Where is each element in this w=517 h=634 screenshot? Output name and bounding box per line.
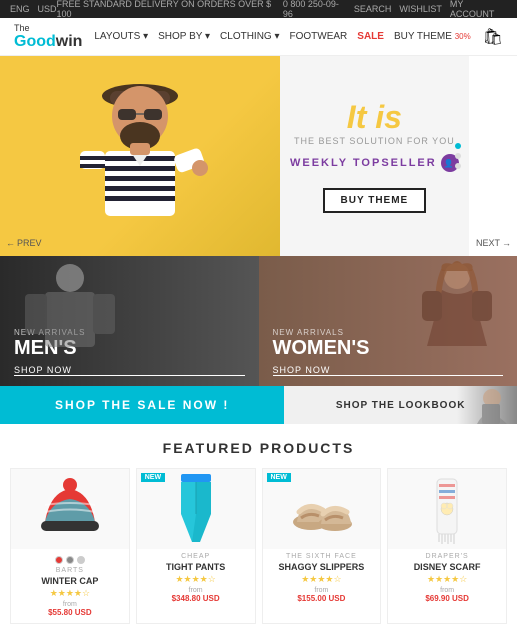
hero-dot-2[interactable] [455, 153, 461, 159]
product-price-label-2: from [141, 587, 251, 594]
header: The Goodwin LAYOUTS ▾ SHOP BY ▾ CLOTHING… [0, 18, 517, 56]
shop-sale-button[interactable]: SHOP THE SALE NOW ! [0, 386, 284, 424]
lookbook-overlay [457, 386, 517, 424]
currency-selector[interactable]: USD [38, 4, 57, 14]
shop-sale-label: SHOP THE SALE NOW ! [55, 398, 229, 412]
product-info-1: BARTS WINTER CAP ★★★★☆ from $55.80 USD [11, 549, 129, 623]
product-price-label-1: from [15, 601, 125, 608]
weekly-topseller: WEEKLY TOPSELLER 👤 [290, 154, 459, 172]
hat-svg [35, 477, 105, 542]
wishlist-link[interactable]: WISHLIST [399, 4, 442, 14]
product-price-3: $155.00 USD [267, 594, 377, 603]
hero-dot-3[interactable] [455, 163, 461, 169]
product-badge-2: NEW [141, 473, 165, 482]
mens-category[interactable]: NEW ARRIVALS MEN'S SHOP NOW [0, 256, 259, 386]
product-price-label-3: from [267, 587, 377, 594]
product-price-1: $55.80 USD [15, 608, 125, 617]
logo-good: Good [14, 33, 56, 50]
top-bar-right: 0 800 250-09-96 SEARCH WISHLIST MY ACCOU… [283, 0, 507, 19]
nav-sale[interactable]: SALE [357, 31, 384, 42]
product-img-2: NEW [137, 469, 255, 549]
product-name-2: TIGHT PANTS [141, 562, 251, 572]
product-vendor-1: BARTS [15, 567, 125, 574]
search-link[interactable]: SEARCH [354, 4, 392, 14]
free-delivery-notice: FREE STANDARD DELIVERY ON ORDERS OVER $ … [57, 0, 283, 19]
account-link[interactable]: MY ACCOUNT [450, 0, 507, 19]
top-bar: ENG USD FREE STANDARD DELIVERY ON ORDERS… [0, 0, 517, 18]
nav-clothing[interactable]: CLOTHING ▾ [220, 31, 279, 42]
scarf-svg [417, 474, 477, 544]
product-img-3: NEW [263, 469, 381, 549]
slippers-svg [289, 484, 354, 534]
womens-silhouette [397, 256, 517, 384]
hero-headline: It is [347, 99, 402, 136]
product-price-4: $69.90 USD [392, 594, 502, 603]
product-stars-4: ★★★★☆ [392, 574, 502, 585]
womens-category[interactable]: NEW ARRIVALS WOMEN'S SHOP NOW [259, 256, 517, 386]
hero-dots [455, 143, 461, 169]
hero-prev-button[interactable]: ← PREV [6, 238, 42, 248]
logo[interactable]: The Goodwin [14, 23, 82, 51]
pants-svg [176, 474, 216, 544]
man-figure-svg [50, 61, 230, 251]
hero-image [0, 56, 280, 256]
featured-section: FEATURED PRODUCTS [0, 424, 517, 634]
lookbook-label: SHOP THE LOOKBOOK [336, 400, 466, 411]
main-nav: LAYOUTS ▾ SHOP BY ▾ CLOTHING ▾ FOOTWEAR … [94, 31, 470, 42]
product-card-3[interactable]: NEW THE SIXTH FACE S [262, 468, 382, 624]
product-price-label-4: from [392, 587, 502, 594]
product-card-4[interactable]: DRAPER'S DISNEY SCARF ★★★★☆ from $69.90 … [387, 468, 507, 624]
hero: It is THE BEST SOLUTION FOR YOU WEEKLY T… [0, 56, 469, 256]
product-vendor-4: DRAPER'S [392, 553, 502, 560]
product-stars-3: ★★★★☆ [267, 574, 377, 585]
nav-shop-by[interactable]: SHOP BY ▾ [158, 31, 210, 42]
product-img-1 [11, 469, 129, 549]
hero-subtitle: THE BEST SOLUTION FOR YOU [294, 136, 455, 146]
product-info-4: DRAPER'S DISNEY SCARF ★★★★☆ from $69.90 … [388, 549, 506, 609]
product-info-3: THE SIXTH FACE SHAGGY SLIPPERS ★★★★☆ fro… [263, 549, 381, 609]
product-stars-1: ★★★★☆ [15, 588, 125, 599]
product-name-1: WINTER CAP [15, 576, 125, 586]
product-card-1[interactable]: BARTS WINTER CAP ★★★★☆ from $55.80 USD [10, 468, 130, 624]
products-grid: BARTS WINTER CAP ★★★★☆ from $55.80 USD N… [10, 468, 507, 624]
product-price-2: $348.80 USD [141, 594, 251, 603]
hero-dot-1[interactable] [455, 143, 461, 149]
nav-layouts[interactable]: LAYOUTS ▾ [94, 31, 148, 42]
hero-image-inner [0, 56, 280, 256]
swatch-red[interactable] [55, 556, 63, 564]
categories-section: NEW ARRIVALS MEN'S SHOP NOW NEW ARRIVALS… [0, 256, 517, 386]
color-swatches-1 [15, 556, 125, 564]
swatch-grey[interactable] [66, 556, 74, 564]
featured-title: FEATURED PRODUCTS [10, 440, 507, 456]
product-img-4 [388, 469, 506, 549]
sale-banners: SHOP THE SALE NOW ! SHOP THE LOOKBOOK [0, 386, 517, 424]
hero-section: It is THE BEST SOLUTION FOR YOU WEEKLY T… [0, 56, 517, 256]
hero-next-button[interactable]: NEXT → [476, 238, 511, 248]
mens-silhouette [10, 256, 130, 384]
lookbook-button[interactable]: SHOP THE LOOKBOOK [284, 386, 517, 424]
logo-the: The [14, 23, 82, 33]
nav-footwear[interactable]: FOOTWEAR [290, 31, 348, 42]
buy-theme-button[interactable]: BUY THEME [323, 188, 427, 213]
product-vendor-2: CHEAP [141, 553, 251, 560]
top-bar-left: ENG USD [10, 4, 57, 14]
product-info-2: CHEAP TIGHT PANTS ★★★★☆ from $348.80 USD [137, 549, 255, 609]
phone-number: 0 800 250-09-96 [283, 0, 346, 19]
product-name-3: SHAGGY SLIPPERS [267, 562, 377, 572]
lang-selector[interactable]: ENG [10, 4, 30, 14]
womens-bg: NEW ARRIVALS WOMEN'S SHOP NOW [259, 256, 517, 386]
product-name-4: DISNEY SCARF [392, 562, 502, 572]
logo-win: win [56, 33, 83, 50]
product-badge-3: NEW [267, 473, 291, 482]
product-vendor-3: THE SIXTH FACE [267, 553, 377, 560]
nav-buy-theme[interactable]: BUY THEME 30% [394, 31, 471, 42]
mens-bg: NEW ARRIVALS MEN'S SHOP NOW [0, 256, 259, 386]
product-card-2[interactable]: NEW CHEAP TIGHT PANTS ★★★★☆ from $348.80… [136, 468, 256, 624]
product-stars-2: ★★★★☆ [141, 574, 251, 585]
hero-text: It is THE BEST SOLUTION FOR YOU WEEKLY T… [280, 56, 469, 256]
cart-icon[interactable]: 🛍 [483, 27, 503, 47]
swatch-light[interactable] [77, 556, 85, 564]
